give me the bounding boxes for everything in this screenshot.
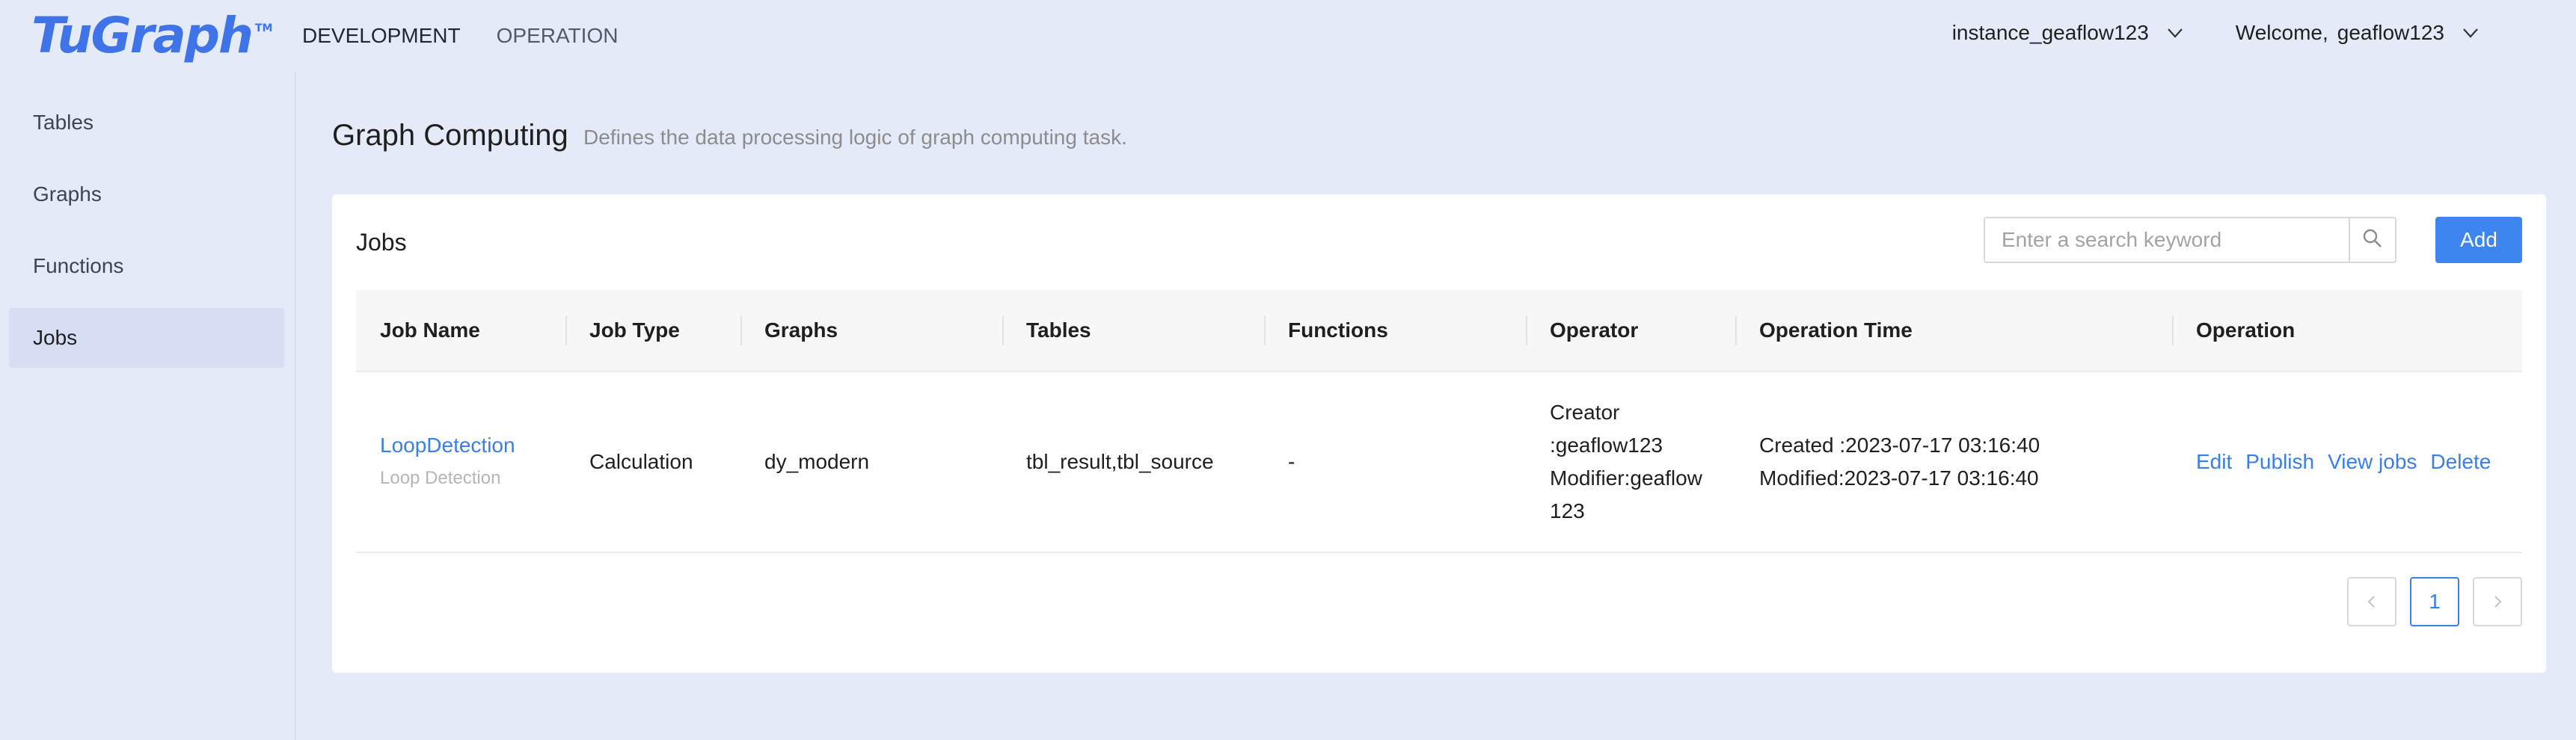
logo-trademark: TM <box>255 22 273 34</box>
cell-job-name: LoopDetection Loop Detection <box>356 372 515 552</box>
operator-line: Modifier:geaflow <box>1550 466 1702 490</box>
table-row: LoopDetection Loop Detection Calculation… <box>356 372 2522 553</box>
column-header-operation-time[interactable]: Operation Time <box>1735 290 1913 371</box>
instance-dropdown[interactable]: instance_geaflow123 <box>1952 18 2183 48</box>
column-header-tables[interactable]: Tables <box>1002 290 1091 371</box>
search-input[interactable] <box>1985 218 2349 262</box>
created-time: Created :2023-07-17 03:16:40 <box>1759 434 2040 457</box>
column-header-operation[interactable]: Operation <box>2172 290 2295 371</box>
user-name: geaflow123 <box>2337 21 2444 44</box>
cell-operation-time: Created :2023-07-17 03:16:40 Modified:20… <box>1735 372 2040 552</box>
column-header-job-type[interactable]: Job Type <box>565 290 680 371</box>
search-button[interactable] <box>2349 218 2395 262</box>
add-job-button[interactable]: Add <box>2435 217 2522 263</box>
sidebar-item-functions[interactable]: Functions <box>9 236 284 296</box>
operator-line: Creator <box>1550 401 1620 424</box>
next-page-button[interactable] <box>2473 577 2522 626</box>
tugraph-logo[interactable]: TuGraph TM <box>31 7 273 64</box>
jobs-card: Jobs Add Job Name Job Type Graphs Tables… <box>332 194 2546 673</box>
sidebar-item-jobs[interactable]: Jobs <box>9 308 284 368</box>
column-header-graphs[interactable]: Graphs <box>740 290 838 371</box>
sidebar: Tables Graphs Functions Jobs <box>0 72 296 740</box>
modified-time: Modified:2023-07-17 03:16:40 <box>1759 466 2039 490</box>
cell-operation: Edit Publish View jobs Delete <box>2172 372 2491 552</box>
column-header-operator[interactable]: Operator <box>1526 290 1638 371</box>
pagination: 1 <box>2347 577 2522 626</box>
search-box <box>1984 217 2396 263</box>
publish-link[interactable]: Publish <box>2245 445 2314 478</box>
prev-page-button[interactable] <box>2347 577 2396 626</box>
sidebar-item-graphs[interactable]: Graphs <box>9 164 284 224</box>
nav-development[interactable]: DEVELOPMENT <box>302 21 461 51</box>
cell-functions: - <box>1288 450 1295 473</box>
table-header: Job Name Job Type Graphs Tables Function… <box>356 290 2522 372</box>
edit-link[interactable]: Edit <box>2196 445 2232 478</box>
top-nav: DEVELOPMENT OPERATION <box>302 21 618 51</box>
page-description: Defines the data processing logic of gra… <box>583 126 1127 149</box>
welcome-label: Welcome, <box>2235 21 2328 44</box>
column-header-job-name[interactable]: Job Name <box>356 290 480 371</box>
page-title: Graph Computing <box>332 119 568 152</box>
sidebar-item-tables[interactable]: Tables <box>9 93 284 152</box>
header-right: instance_geaflow123 Welcome, geaflow123 <box>1952 18 2479 48</box>
job-name-link[interactable]: LoopDetection <box>380 429 515 462</box>
instance-name: instance_geaflow123 <box>1951 21 2149 44</box>
user-dropdown[interactable]: Welcome, geaflow123 <box>2236 18 2479 48</box>
page-number-button[interactable]: 1 <box>2410 577 2459 626</box>
chevron-right-icon <box>2491 590 2504 614</box>
column-header-functions[interactable]: Functions <box>1264 290 1388 371</box>
logo-text: TuGraph <box>31 7 254 64</box>
card-title: Jobs <box>356 229 407 256</box>
job-description: Loop Detection <box>380 468 501 488</box>
chevron-down-icon <box>2462 25 2479 41</box>
cell-job-type: Calculation <box>589 450 693 473</box>
operator-line: :geaflow123 <box>1550 434 1663 457</box>
operator-line: 123 <box>1550 499 1585 522</box>
jobs-table: Job Name Job Type Graphs Tables Function… <box>356 290 2522 553</box>
cell-graphs: dy_modern <box>764 450 870 473</box>
cell-tables: tbl_result,tbl_source <box>1026 450 1214 473</box>
top-header: TuGraph TM DEVELOPMENT OPERATION instance… <box>0 0 2576 72</box>
cell-operator: Creator :geaflow123 Modifier:geaflow 123 <box>1526 372 1702 552</box>
delete-link[interactable]: Delete <box>2430 445 2491 478</box>
nav-operation[interactable]: OPERATION <box>497 21 619 51</box>
view-jobs-link[interactable]: View jobs <box>2328 445 2417 478</box>
chevron-left-icon <box>2365 590 2379 614</box>
chevron-down-icon <box>2167 25 2183 41</box>
search-icon <box>2362 228 2383 253</box>
